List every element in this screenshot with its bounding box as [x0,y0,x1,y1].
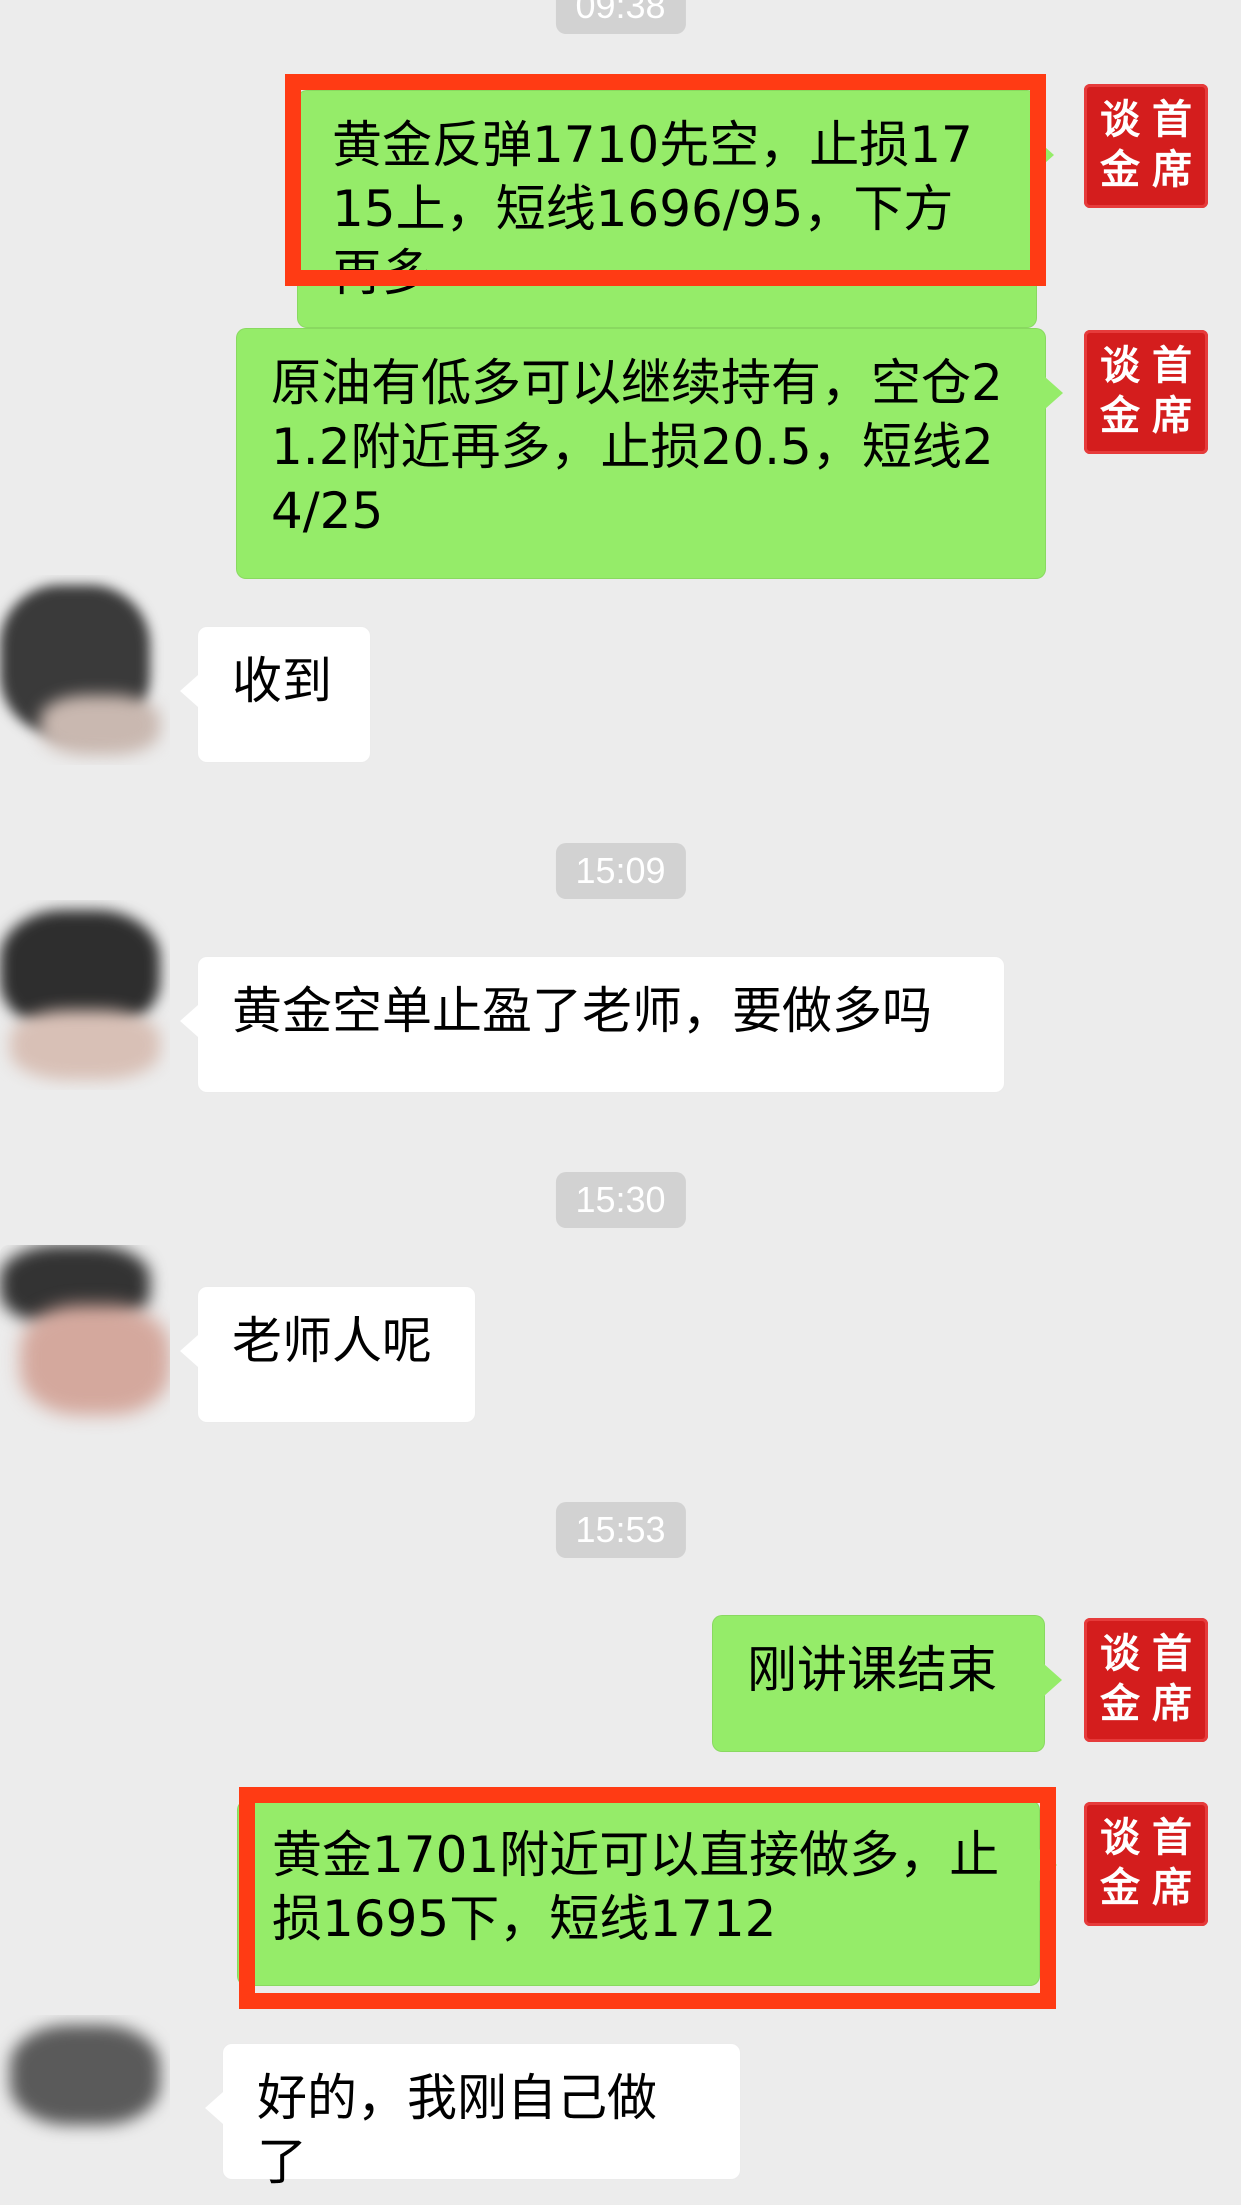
message-bubble-sent[interactable]: 黄金反弹1710先空，止损1715上，短线1696/95，下方再多 [297,90,1054,328]
avatar-seal[interactable]: 谈 首 金 席 [1084,1618,1208,1742]
message-bubble-received[interactable]: 黄金空单止盈了老师，要做多吗 [180,956,1005,1093]
contact-avatar[interactable] [0,2015,170,2205]
timestamp: 15:53 [555,1502,686,1558]
contact-avatar[interactable] [0,900,170,1090]
timestamp: 15:30 [555,1172,686,1228]
message-bubble-sent[interactable]: 原油有低多可以继续持有，空仓21.2附近再多，止损20.5，短线24/25 [236,328,1063,579]
contact-avatar[interactable] [0,1245,170,1435]
message-bubble-received[interactable]: 好的，我刚自己做了 [205,2043,741,2191]
timestamp: 09:38 [555,0,686,34]
message-bubble-sent[interactable]: 刚讲课结束 [712,1615,1062,1752]
message-bubble-received[interactable]: 收到 [180,626,371,763]
avatar-seal[interactable]: 谈 首 金 席 [1084,84,1208,208]
avatar-seal[interactable]: 谈 首 金 席 [1084,1802,1208,1926]
contact-avatar[interactable] [0,575,170,765]
message-bubble-received[interactable]: 老师人呢 [180,1286,476,1423]
timestamp: 15:09 [555,843,686,899]
avatar-seal[interactable]: 谈 首 金 席 [1084,330,1208,454]
message-bubble-sent[interactable]: 黄金1701附近可以直接做多，止损1695下，短线1712 [237,1800,1057,1986]
